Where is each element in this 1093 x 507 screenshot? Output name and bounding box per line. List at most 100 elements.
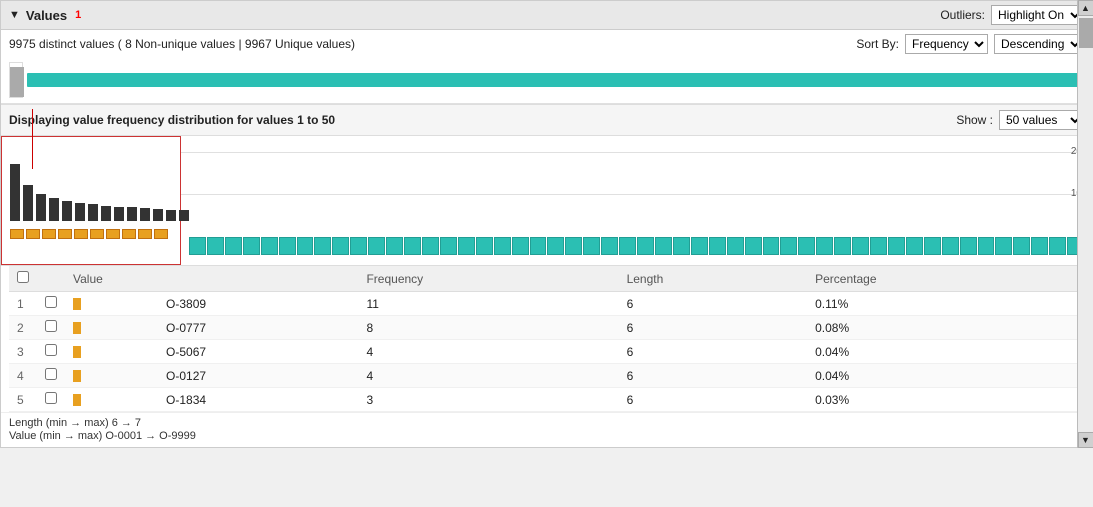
teal-block bbox=[207, 237, 224, 255]
teal-block bbox=[691, 237, 708, 255]
teal-block bbox=[1013, 237, 1030, 255]
teal-block bbox=[709, 237, 726, 255]
col-frequency-header: Frequency bbox=[358, 266, 618, 292]
row-frequency: 4 bbox=[358, 364, 618, 388]
table-body: 1 O-3809 11 6 0.11% 2 O-0777 8 6 0.08% 3… bbox=[9, 292, 1084, 412]
row-length: 6 bbox=[619, 340, 808, 364]
stats-text: 9975 distinct values ( 8 Non-unique valu… bbox=[9, 37, 355, 51]
row-number: 5 bbox=[9, 388, 37, 412]
chart-area: 20 10 bbox=[1, 136, 1092, 266]
teal-block bbox=[995, 237, 1012, 255]
outliers-label: Outliers: bbox=[940, 8, 985, 22]
chart-histogram bbox=[1, 136, 181, 265]
gridline-mid bbox=[181, 194, 1092, 195]
teal-block bbox=[816, 237, 833, 255]
row-swatch-cell bbox=[65, 292, 158, 316]
teal-block bbox=[297, 237, 314, 255]
chart-bar bbox=[101, 206, 111, 221]
footer-value-line: Value (min → max) O-0001 → O-9999 bbox=[9, 430, 1084, 442]
header-right: Outliers: Highlight OnHighlight OffRemov… bbox=[940, 5, 1084, 25]
orange-cell bbox=[90, 229, 104, 239]
row-value: O-1834 bbox=[158, 388, 358, 412]
collapse-icon[interactable]: ▼ bbox=[9, 9, 20, 21]
table-row: 5 O-1834 3 6 0.03% bbox=[9, 388, 1084, 412]
sort-by-select[interactable]: FrequencyValueLength bbox=[905, 34, 988, 54]
table-row: 2 O-0777 8 6 0.08% bbox=[9, 316, 1084, 340]
row-length: 6 bbox=[619, 388, 808, 412]
col-percentage-header: Percentage bbox=[807, 266, 1084, 292]
scroll-down-button[interactable]: ▼ bbox=[1078, 432, 1093, 448]
row-number: 1 bbox=[9, 292, 37, 316]
scroll-thumb[interactable] bbox=[1079, 18, 1093, 48]
header-left: ▼ Values 1 bbox=[9, 8, 81, 23]
teal-block bbox=[834, 237, 851, 255]
outliers-select[interactable]: Highlight OnHighlight OffRemove bbox=[991, 5, 1084, 25]
row-percentage: 0.03% bbox=[807, 388, 1084, 412]
row-checkbox-cell bbox=[37, 364, 65, 388]
teal-block bbox=[763, 237, 780, 255]
teal-block bbox=[279, 237, 296, 255]
row-checkbox-cell bbox=[37, 340, 65, 364]
teal-blocks-row bbox=[189, 237, 1084, 255]
teal-block bbox=[440, 237, 457, 255]
row-value: O-3809 bbox=[158, 292, 358, 316]
red-indicator-line bbox=[32, 109, 33, 169]
sort-by-label: Sort By: bbox=[856, 37, 899, 51]
chart-bar bbox=[88, 204, 98, 221]
orange-cell bbox=[42, 229, 56, 239]
table-area: Value Frequency Length Percentage 1 O-38… bbox=[1, 266, 1092, 412]
overview-mini-bars bbox=[9, 62, 23, 98]
teal-block bbox=[386, 237, 403, 255]
footer-row: Length (min → max) 6 → 7 Value (min → ma… bbox=[1, 412, 1092, 447]
row-checkbox[interactable] bbox=[45, 392, 57, 404]
scroll-track bbox=[1078, 16, 1093, 432]
teal-block bbox=[798, 237, 815, 255]
teal-block bbox=[368, 237, 385, 255]
row-checkbox[interactable] bbox=[45, 368, 57, 380]
gridline-top bbox=[181, 152, 1092, 153]
teal-block bbox=[1049, 237, 1066, 255]
select-all-checkbox[interactable] bbox=[17, 271, 29, 283]
chart-bar bbox=[23, 185, 33, 221]
col-length-header: Length bbox=[619, 266, 808, 292]
row-percentage: 0.11% bbox=[807, 292, 1084, 316]
orange-cell bbox=[26, 229, 40, 239]
row-frequency: 3 bbox=[358, 388, 618, 412]
color-swatch bbox=[73, 322, 81, 334]
row-swatch-cell bbox=[65, 388, 158, 412]
teal-block bbox=[404, 237, 421, 255]
orange-cell bbox=[74, 229, 88, 239]
teal-block bbox=[583, 237, 600, 255]
teal-block bbox=[476, 237, 493, 255]
row-checkbox[interactable] bbox=[45, 296, 57, 308]
overview-area bbox=[1, 56, 1092, 104]
chart-bar bbox=[49, 198, 59, 221]
show-values-select[interactable]: 10 values25 values50 values100 valuesAll bbox=[999, 110, 1084, 130]
chart-bar bbox=[62, 201, 72, 221]
chart-bar bbox=[153, 209, 163, 221]
row-checkbox[interactable] bbox=[45, 344, 57, 356]
display-info-row: Displaying value frequency distribution … bbox=[1, 104, 1092, 136]
main-container: ▼ Values 1 Outliers: Highlight OnHighlig… bbox=[0, 0, 1093, 448]
row-checkbox[interactable] bbox=[45, 320, 57, 332]
scroll-up-button[interactable]: ▲ bbox=[1078, 0, 1093, 16]
chart-bar bbox=[166, 210, 176, 221]
row-checkbox-cell bbox=[37, 388, 65, 412]
header-row: ▼ Values 1 Outliers: Highlight OnHighlig… bbox=[1, 1, 1092, 30]
orange-cell bbox=[58, 229, 72, 239]
teal-block bbox=[619, 237, 636, 255]
teal-block bbox=[225, 237, 242, 255]
scrollbar[interactable]: ▲ ▼ bbox=[1077, 0, 1093, 448]
teal-block bbox=[978, 237, 995, 255]
teal-block bbox=[888, 237, 905, 255]
teal-block bbox=[870, 237, 887, 255]
sort-order-select[interactable]: DescendingAscending bbox=[994, 34, 1084, 54]
col-num-header bbox=[37, 266, 65, 292]
row-value: O-5067 bbox=[158, 340, 358, 364]
teal-block bbox=[189, 237, 206, 255]
row-length: 6 bbox=[619, 364, 808, 388]
col-checkbox-header bbox=[9, 266, 37, 292]
chart-bar bbox=[140, 208, 150, 221]
teal-block bbox=[673, 237, 690, 255]
table-header-row: Value Frequency Length Percentage bbox=[9, 266, 1084, 292]
